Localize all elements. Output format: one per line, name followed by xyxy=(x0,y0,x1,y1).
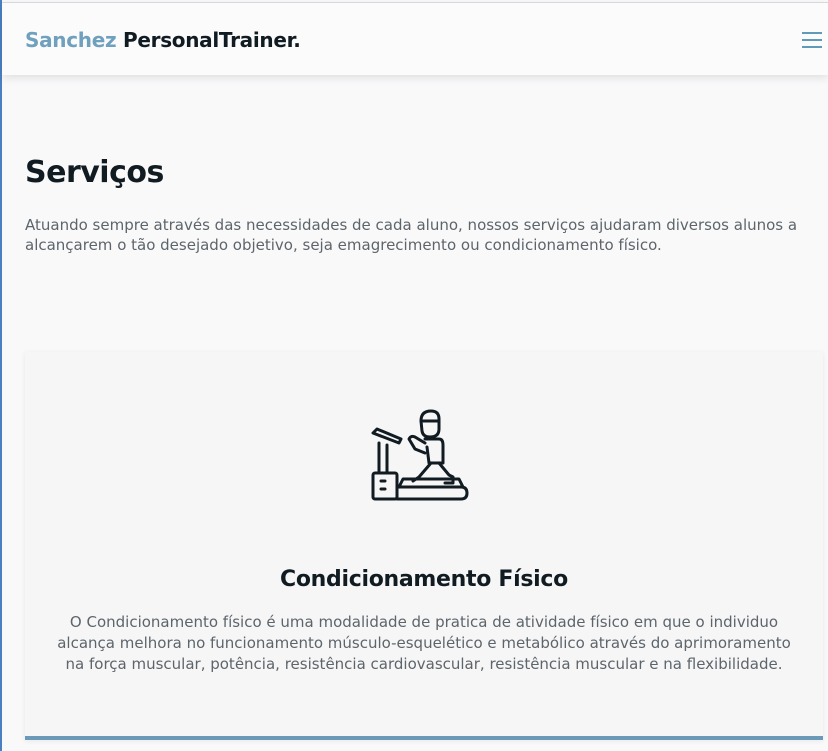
site-logo[interactable]: Sanchez PersonalTrainer. xyxy=(25,28,301,52)
hamburger-menu-icon[interactable] xyxy=(802,32,822,48)
card-description: O Condicionamento físico é uma modalidad… xyxy=(57,613,791,673)
site-header: Sanchez PersonalTrainer. xyxy=(2,2,828,75)
page: Sanchez PersonalTrainer. Serviços Atuand… xyxy=(0,0,828,751)
service-card: Condicionamento Físico O Condicionamento… xyxy=(25,352,823,740)
section-title: Serviços xyxy=(25,155,164,190)
logo-name: PersonalTrainer. xyxy=(123,28,301,52)
card-title: Condicionamento Físico xyxy=(280,567,568,592)
section-intro: Atuando sempre através das necessidades … xyxy=(25,216,798,254)
logo-brand: Sanchez xyxy=(25,28,117,52)
treadmill-runner-icon xyxy=(371,409,469,501)
